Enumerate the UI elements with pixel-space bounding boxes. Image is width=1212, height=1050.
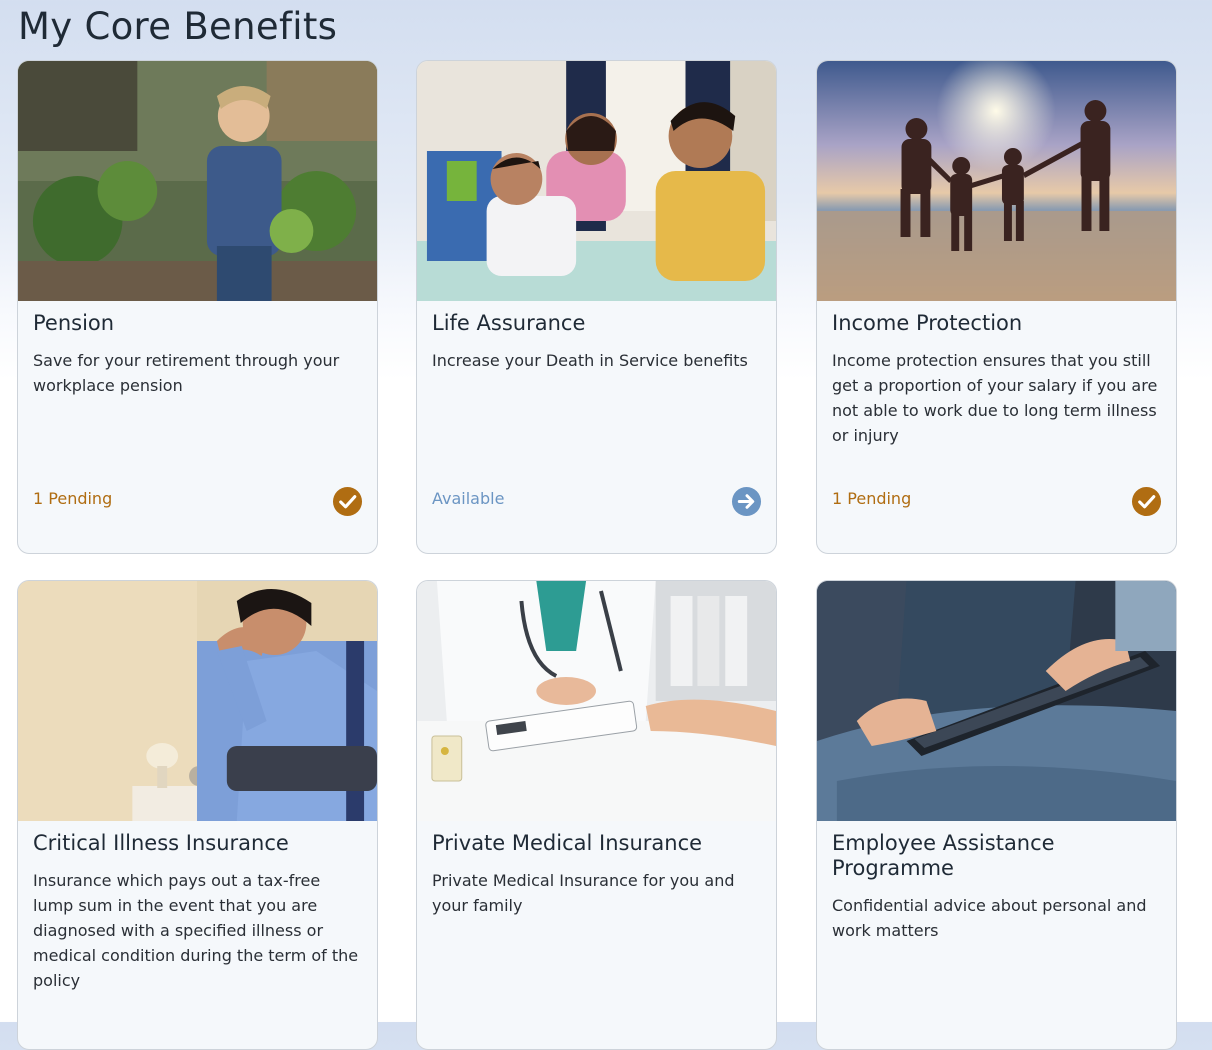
card-title: Pension bbox=[33, 311, 115, 335]
arrow-right-circle-icon[interactable] bbox=[731, 486, 762, 517]
stressed-man-photo bbox=[18, 581, 377, 821]
benefit-card-critical-illness[interactable]: Critical Illness Insurance Insurance whi… bbox=[17, 580, 378, 1050]
card-title: Employee Assistance Programme bbox=[832, 831, 1055, 880]
status-label: Available bbox=[432, 489, 505, 508]
benefit-card-employee-assistance[interactable]: Employee Assistance Programme Confidenti… bbox=[816, 580, 1177, 1050]
status-label: 1 Pending bbox=[33, 489, 113, 508]
doctor-consultation-photo bbox=[417, 581, 776, 821]
benefit-card-income-protection[interactable]: Income Protection Income protection ensu… bbox=[816, 60, 1177, 554]
benefit-card-pension[interactable]: Pension Save for your retirement through… bbox=[17, 60, 378, 554]
family-beach-sunset-photo bbox=[817, 61, 1176, 301]
card-description: Insurance which pays out a tax-free lump… bbox=[33, 871, 359, 990]
card-title: Life Assurance bbox=[432, 311, 586, 335]
card-description: Save for your retirement through your wo… bbox=[33, 351, 340, 395]
card-title: Private Medical Insurance bbox=[432, 831, 703, 855]
family-on-bed-photo bbox=[417, 61, 776, 301]
benefit-card-life-assurance[interactable]: Life Assurance Increase your Death in Se… bbox=[416, 60, 777, 554]
status-label: 1 Pending bbox=[832, 489, 912, 508]
card-title: Income Protection bbox=[832, 311, 1023, 335]
card-description: Confidential advice about personal and w… bbox=[832, 896, 1147, 940]
benefit-card-private-medical[interactable]: Private Medical Insurance Private Medica… bbox=[416, 580, 777, 1050]
card-description: Private Medical Insurance for you and yo… bbox=[432, 871, 735, 915]
woman-gardening-photo bbox=[18, 61, 377, 301]
check-circle-icon[interactable] bbox=[332, 486, 363, 517]
person-with-tablet-photo bbox=[817, 581, 1176, 821]
page-title: My Core Benefits bbox=[18, 5, 338, 48]
card-description: Income protection ensures that you still… bbox=[832, 351, 1158, 445]
card-title: Critical Illness Insurance bbox=[33, 831, 289, 855]
card-description: Increase your Death in Service benefits bbox=[432, 351, 748, 370]
check-circle-icon[interactable] bbox=[1131, 486, 1162, 517]
